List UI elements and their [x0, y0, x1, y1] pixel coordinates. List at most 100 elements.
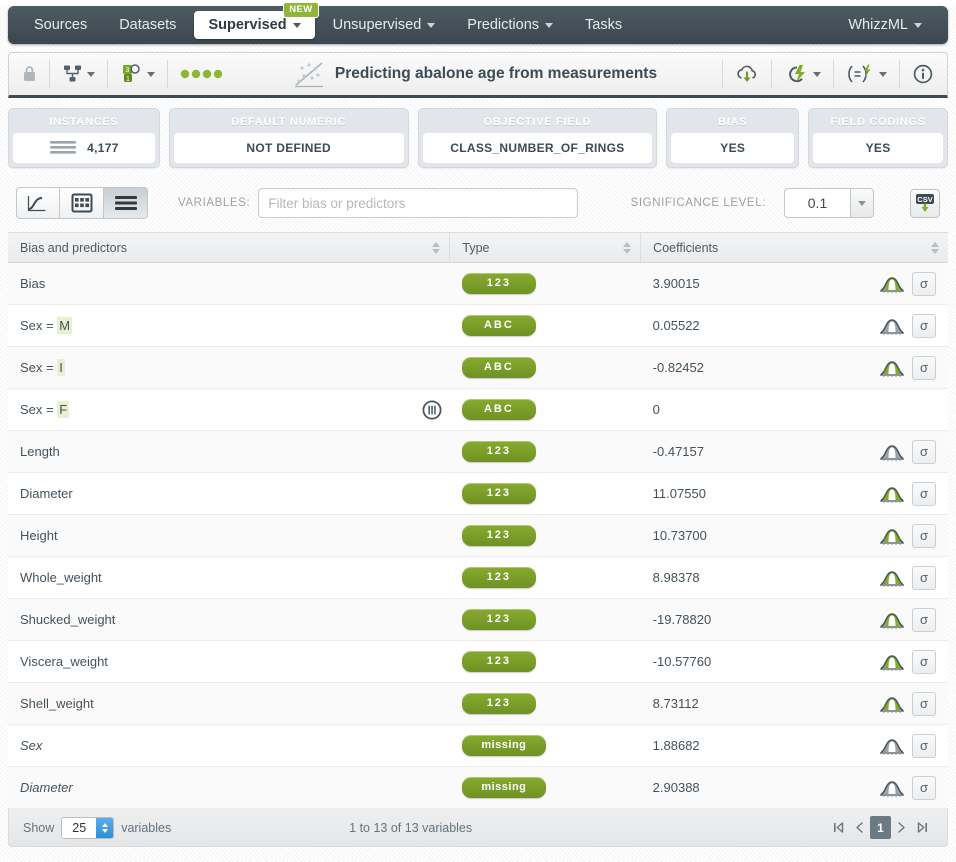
- nav-item-sources[interactable]: Sources: [20, 11, 101, 39]
- type-badge: missing: [461, 777, 546, 798]
- standard-error-button[interactable]: σ: [912, 313, 936, 338]
- card-label: OBJECTIVE FIELD: [483, 116, 592, 128]
- table-row[interactable]: Sex = F ABC 0: [8, 388, 948, 431]
- sharing-button[interactable]: [55, 60, 102, 88]
- standard-error-button[interactable]: σ: [912, 439, 936, 464]
- table-row[interactable]: Diameter 123 11.07550 σ: [8, 472, 948, 515]
- coefficient-distribution-icon[interactable]: [879, 736, 905, 756]
- equation-actions-button[interactable]: [839, 59, 894, 89]
- name-cell-inner: Shucked_weight: [20, 612, 438, 627]
- prev-page-button[interactable]: [849, 816, 870, 839]
- coefficient-distribution-icon[interactable]: [879, 316, 905, 336]
- page-size-stepper[interactable]: 25: [61, 816, 115, 839]
- table-row[interactable]: Height 123 10.73700 σ: [8, 514, 948, 557]
- table-row[interactable]: Shell_weight 123 8.73112 σ: [8, 682, 948, 725]
- coefficient-distribution-icon[interactable]: [879, 358, 905, 378]
- row-name: Height: [20, 528, 58, 543]
- cell-type: ABC: [449, 346, 641, 389]
- type-badge: 123: [461, 693, 536, 714]
- significance-level-label: SIGNIFICANCE LEVEL:: [630, 197, 766, 209]
- table-row[interactable]: Sex missing 1.88682 σ: [8, 724, 948, 767]
- page-size-spinner[interactable]: [96, 817, 114, 838]
- cell-name: Whole_weight: [8, 556, 450, 599]
- standard-error-button[interactable]: σ: [912, 355, 936, 380]
- card-bias: BIAS YES: [666, 108, 800, 168]
- name-cell-inner: Sex: [20, 738, 438, 753]
- standard-error-button[interactable]: σ: [912, 607, 936, 632]
- instances-icon: [50, 141, 77, 154]
- column-header-coefficients[interactable]: Coefficients: [640, 232, 948, 263]
- flash-actions-button[interactable]: [777, 59, 828, 89]
- table-row[interactable]: Shucked_weight 123 -19.78820 σ: [8, 598, 948, 641]
- significance-level-value[interactable]: 0.1: [784, 188, 850, 218]
- standard-error-button[interactable]: σ: [912, 733, 936, 758]
- sort-toggle-icon[interactable]: [931, 241, 939, 254]
- coefficient-distribution-icon[interactable]: [879, 442, 905, 462]
- list-icon: [114, 196, 137, 210]
- cell-name: Diameter: [8, 766, 450, 809]
- standard-error-button[interactable]: σ: [912, 649, 936, 674]
- resource-counts-icon: 3 1: [123, 64, 140, 83]
- resource-counts-button[interactable]: 3 1: [113, 60, 162, 88]
- coefficient-distribution-icon[interactable]: [879, 610, 905, 630]
- column-header-name[interactable]: Bias and predictors: [8, 232, 450, 263]
- info-button[interactable]: [905, 59, 941, 89]
- first-page-button[interactable]: [828, 816, 849, 839]
- standard-error-button[interactable]: σ: [912, 523, 936, 548]
- coefficient-distribution-icon[interactable]: [879, 568, 905, 588]
- nav-item-predictions[interactable]: Predictions: [453, 11, 567, 39]
- sort-toggle-icon[interactable]: [623, 241, 632, 254]
- filter-input[interactable]: [258, 188, 579, 218]
- column-header-type[interactable]: Type: [449, 232, 641, 263]
- table-row[interactable]: Bias 123 3.90015 σ: [8, 262, 948, 305]
- coefficient-distribution-icon[interactable]: [879, 484, 905, 504]
- status-dots: [173, 65, 233, 83]
- standard-error-button[interactable]: σ: [912, 271, 936, 296]
- standard-error-button[interactable]: σ: [912, 775, 936, 800]
- coefficient-distribution-icon[interactable]: [879, 778, 905, 798]
- standard-error-button[interactable]: σ: [912, 565, 936, 590]
- row-name: Length: [20, 444, 60, 459]
- page-number-1[interactable]: 1: [869, 816, 891, 839]
- card-value-wrap: 4,177: [13, 133, 155, 163]
- view-toggle-list[interactable]: [104, 187, 148, 219]
- coefficient-distribution-icon[interactable]: [879, 694, 905, 714]
- cell-actions: σ: [851, 472, 948, 515]
- reference-class-icon[interactable]: [422, 399, 442, 420]
- next-page-button[interactable]: [891, 816, 912, 839]
- table-row[interactable]: Diameter missing 2.90388 σ: [8, 766, 948, 809]
- export-csv-button[interactable]: CSV: [910, 188, 940, 218]
- chevron-down-icon: [87, 71, 95, 77]
- nav-item-unsupervised[interactable]: Unsupervised: [319, 11, 450, 39]
- table-row[interactable]: Viscera_weight 123 -10.57760 σ: [8, 640, 948, 683]
- nav-item-whizzml[interactable]: WhizzML: [834, 11, 936, 39]
- standard-error-button[interactable]: σ: [912, 481, 936, 506]
- significance-level-dropdown-button[interactable]: [850, 188, 874, 218]
- table-row[interactable]: Length 123 -0.47157 σ: [8, 430, 948, 473]
- download-button[interactable]: [728, 59, 766, 89]
- coefficient-distribution-icon[interactable]: [879, 274, 905, 294]
- row-name-label: Sex =: [20, 402, 58, 417]
- last-page-button[interactable]: [912, 816, 933, 839]
- standard-error-button[interactable]: σ: [912, 691, 936, 716]
- row-name-label: Sex =: [20, 318, 58, 333]
- coefficient-distribution-icon[interactable]: [879, 526, 905, 546]
- type-badge: 123: [461, 441, 536, 462]
- cell-actions: σ: [851, 766, 948, 809]
- lock-button[interactable]: [15, 61, 44, 87]
- sort-toggle-icon[interactable]: [432, 241, 441, 254]
- chevron-down-icon: [879, 71, 887, 77]
- name-cell-inner: Viscera_weight: [20, 654, 438, 669]
- nav-item-supervised[interactable]: Supervised NEW: [194, 2, 319, 39]
- table-row[interactable]: Sex = M ABC 0.05522 σ: [8, 304, 948, 347]
- table-row[interactable]: Sex = I ABC -0.82452 σ: [8, 346, 948, 389]
- nav-item-tasks[interactable]: Tasks: [571, 11, 636, 39]
- view-toggle-grid[interactable]: [60, 187, 104, 219]
- table-row[interactable]: Whole_weight 123 8.98378 σ: [8, 556, 948, 599]
- view-toggle-chart[interactable]: [16, 187, 60, 219]
- coefficient-distribution-icon[interactable]: [879, 652, 905, 672]
- cell-coefficient: 1.88682: [640, 724, 852, 767]
- cell-actions: σ: [851, 640, 948, 683]
- nav-item-datasets[interactable]: Datasets: [105, 11, 190, 39]
- row-name: Diameter: [20, 780, 73, 795]
